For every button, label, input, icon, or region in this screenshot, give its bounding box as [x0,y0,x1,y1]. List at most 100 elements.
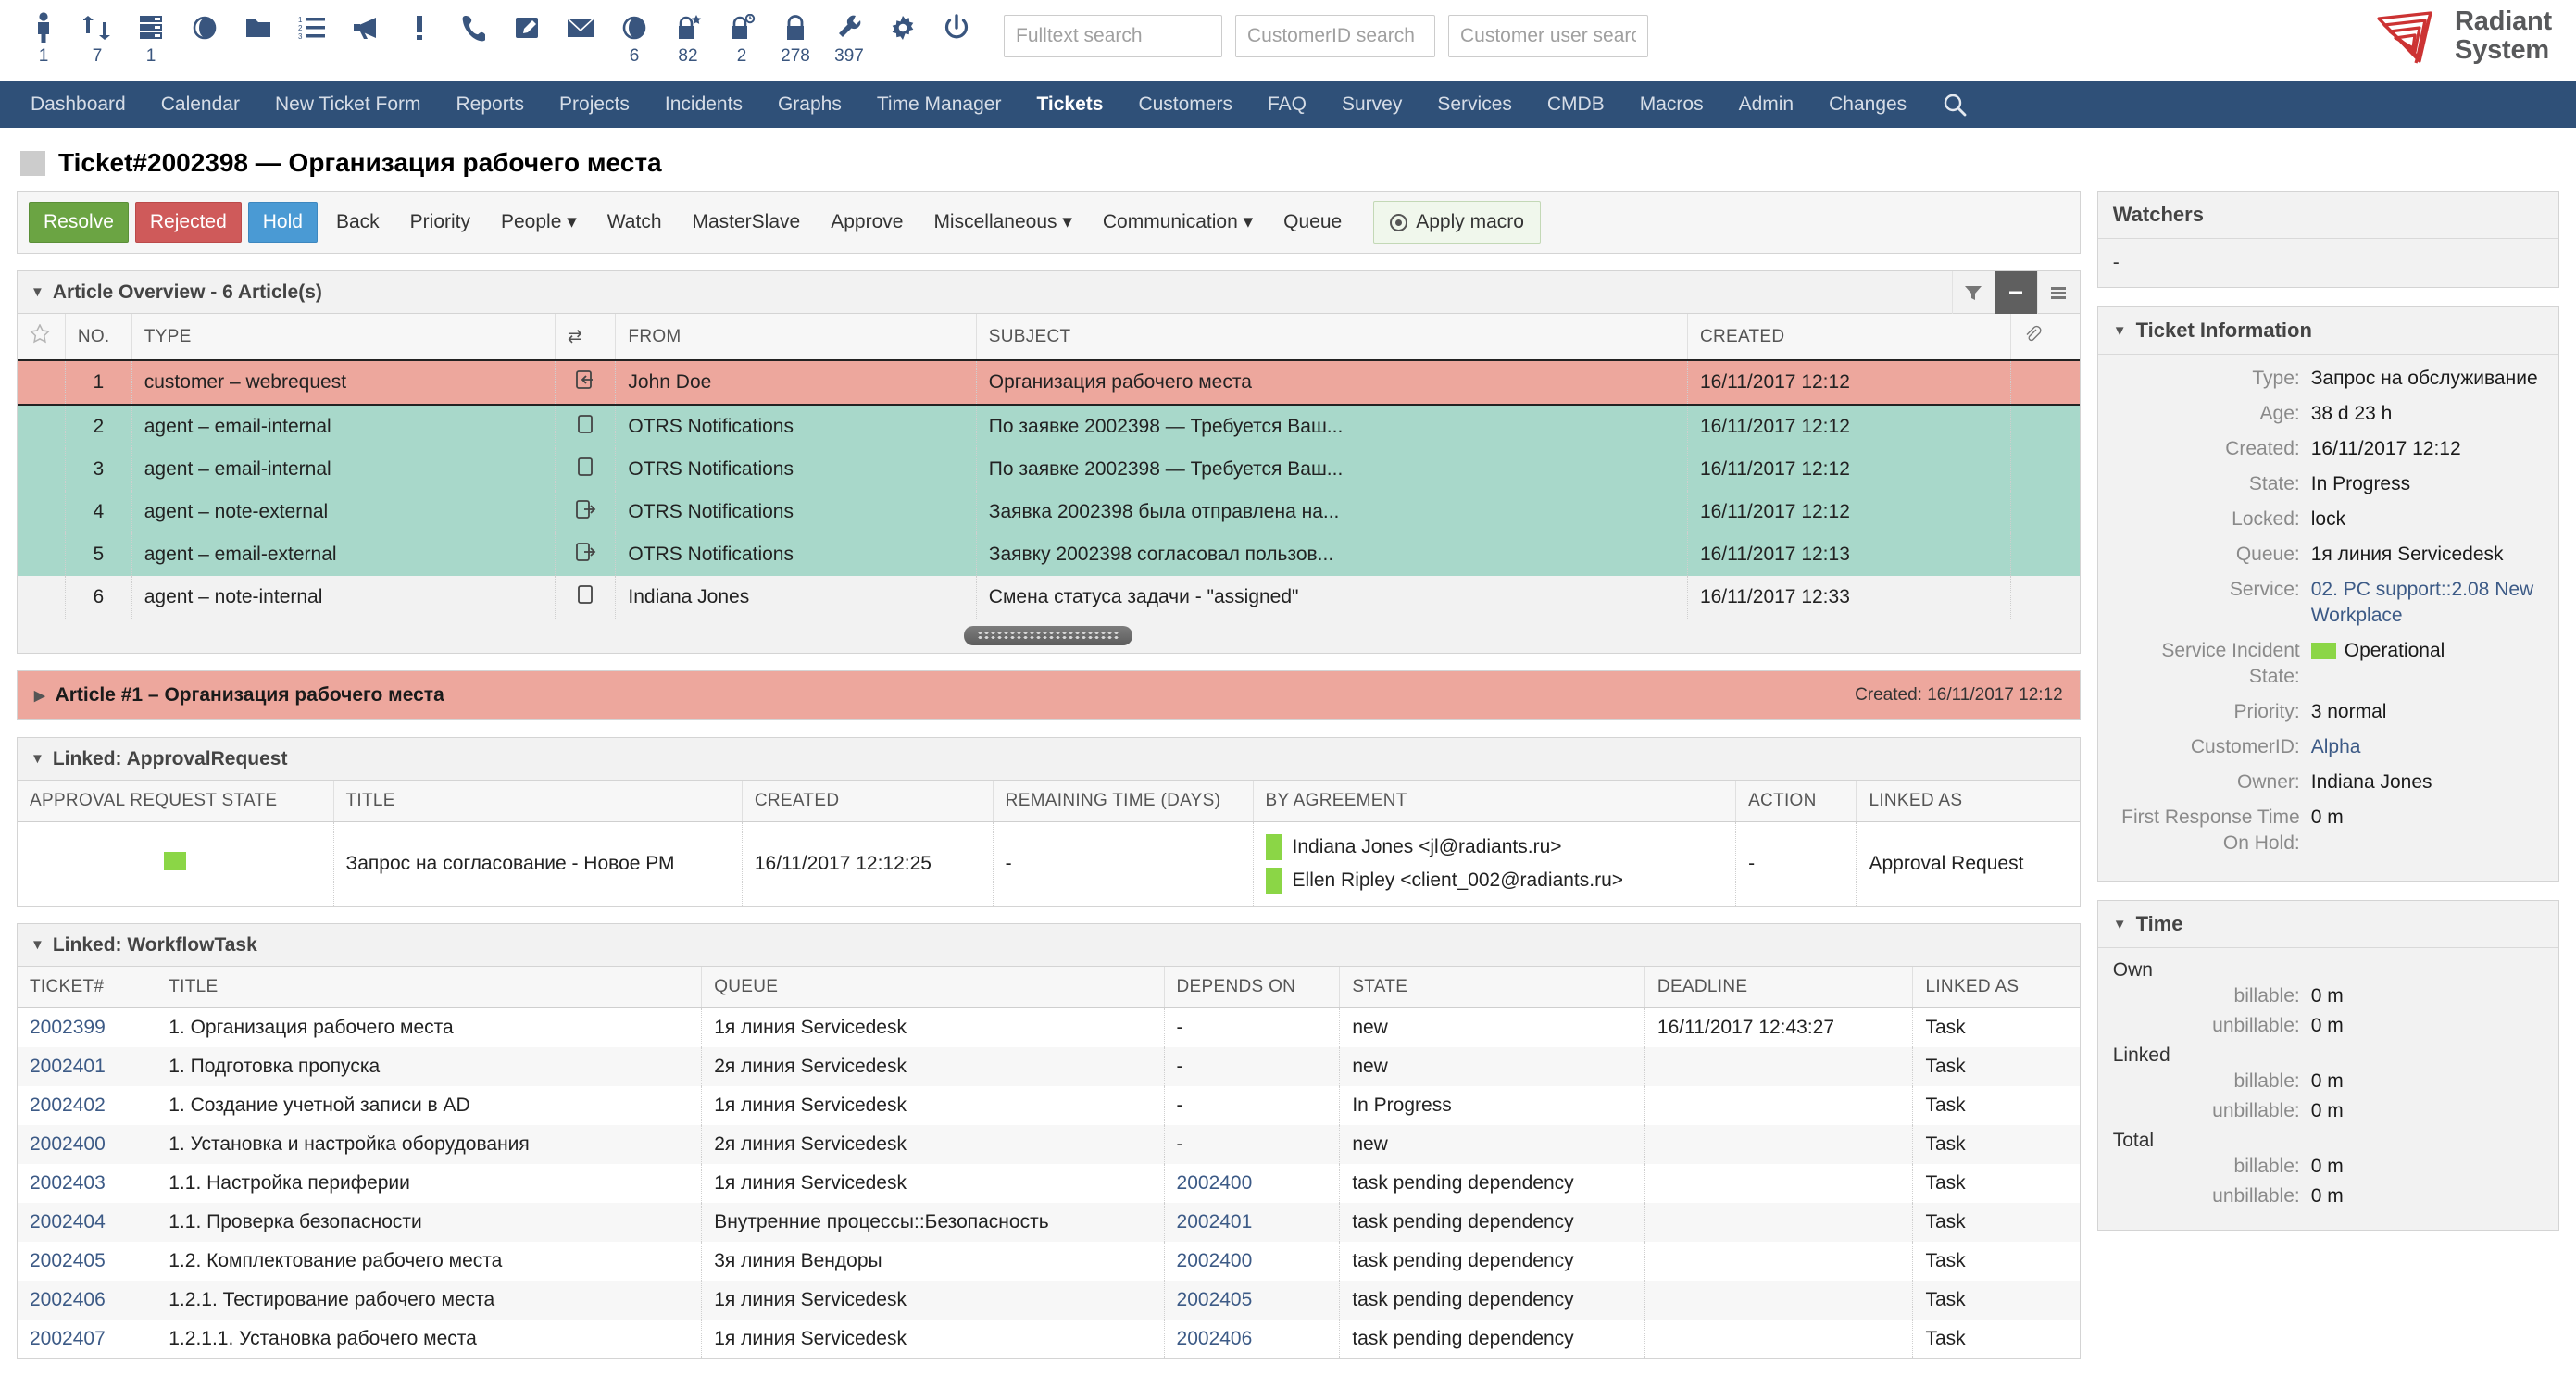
fulltext-search-input[interactable] [1004,15,1222,57]
table-row[interactable]: 2002400 1. Установка и настройка оборудов… [18,1125,2080,1164]
approve-button[interactable]: Approve [819,202,915,243]
nav-item-dashboard[interactable]: Dashboard [13,81,144,128]
table-row[interactable]: 3 agent – email-internal OTRS Notification… [18,448,2080,491]
nav-item-changes[interactable]: Changes [1811,81,1924,128]
brand-logo[interactable]: Radiant System [2373,6,2552,67]
collapse-caret-icon[interactable]: ▼ [31,752,44,766]
collapse-icon[interactable] [1994,271,2037,314]
table-row[interactable]: 5 agent – email-external OTRS Notification… [18,533,2080,576]
workflow-depends-link[interactable]: 2002406 [1177,1328,1253,1349]
column-remaining-time[interactable]: REMAINING TIME (DAYS) [993,781,1254,822]
filter-icon[interactable] [1951,271,1995,314]
nav-item-admin[interactable]: Admin [1721,81,1812,128]
resolve-button[interactable]: Resolve [29,202,129,243]
apply-macro-button[interactable]: Apply macro [1373,201,1541,244]
column-approval-state[interactable]: APPROVAL REQUEST STATE [18,781,334,822]
nav-item-tickets[interactable]: Tickets [1019,81,1120,128]
miscellaneous-menu[interactable]: Miscellaneous ▾ [921,202,1083,243]
workflow-ticket-link[interactable]: 2002405 [30,1250,106,1271]
article-star-cell[interactable] [18,448,66,491]
menu-icon[interactable] [2036,271,2080,314]
workflow-ticket-link[interactable]: 2002402 [30,1095,106,1116]
nav-item-time-manager[interactable]: Time Manager [859,81,1019,128]
column-by-agreement[interactable]: BY AGREEMENT [1253,781,1737,822]
toolbar-gear-icon[interactable] [876,9,930,67]
ticket-info-value[interactable]: 02. PC support::2.08 New Workplace [2311,577,2544,629]
column-no[interactable]: NO. [65,314,132,361]
toolbar-megaphone-icon[interactable] [339,9,393,67]
ticket-info-link[interactable]: 02. PC support::2.08 New Workplace [2311,579,2533,626]
nav-item-incidents[interactable]: Incidents [647,81,760,128]
nav-item-reports[interactable]: Reports [439,81,543,128]
article-horizontal-scrollbar-thumb[interactable] [964,626,1133,645]
column-from[interactable]: FROM [615,314,977,361]
queue-button[interactable]: Queue [1271,202,1354,243]
table-row[interactable]: Запрос на согласование - Новое РМ 16/11/… [18,821,2080,906]
toolbar-compose-icon[interactable] [500,9,554,67]
communication-menu[interactable]: Communication ▾ [1091,202,1265,243]
table-row[interactable]: 2002405 1.2. Комплектование рабочего мест… [18,1242,2080,1281]
customerid-search-input[interactable] [1235,15,1435,57]
nav-item-calendar[interactable]: Calendar [144,81,257,128]
workflow-ticket-link[interactable]: 2002407 [30,1328,106,1349]
toolbar-power-icon[interactable] [930,9,983,67]
nav-item-cmdb[interactable]: CMDB [1530,81,1622,128]
article-1-strip[interactable]: ▶ Article #1 – Организация рабочего мест… [17,670,2081,720]
nav-item-projects[interactable]: Projects [542,81,647,128]
workflow-depends-link[interactable]: 2002401 [1177,1211,1253,1232]
collapse-caret-icon[interactable]: ▼ [2113,918,2127,932]
table-row[interactable]: 6 agent – note-internal Indiana Jones Смена… [18,576,2080,619]
column-direction[interactable]: ⇄ [555,314,617,361]
table-row[interactable]: 2002406 1.2.1. Тестирование рабочего мест… [18,1281,2080,1320]
toolbar-numbered-list-icon[interactable]: 123 [285,9,339,67]
expand-caret-icon[interactable]: ▶ [34,689,45,703]
article-horizontal-scrollbar-track[interactable] [18,619,2080,653]
table-row[interactable]: 2 agent – email-internal OTRS Notification… [18,405,2080,448]
nav-item-customers[interactable]: Customers [1120,81,1250,128]
toolbar-exclamation-icon[interactable] [393,9,446,67]
column-star[interactable] [18,314,66,361]
nav-item-faq[interactable]: FAQ [1250,81,1324,128]
customer-user-search-input[interactable] [1448,15,1648,57]
column-title[interactable]: TITLE [156,967,703,1008]
toolbar-lock-clock-icon[interactable]: 2 [715,9,769,67]
article-star-cell[interactable] [18,359,66,406]
rejected-button[interactable]: Rejected [134,202,242,243]
nav-item-graphs[interactable]: Graphs [760,81,859,128]
workflow-ticket-link[interactable]: 2002400 [30,1133,106,1155]
workflow-depends-link[interactable]: 2002405 [1177,1289,1253,1310]
column-depends-on[interactable]: DEPENDS ON [1164,967,1341,1008]
table-row[interactable]: 2002401 1. Подготовка пропуска 2я линия Se… [18,1047,2080,1086]
collapse-caret-icon[interactable]: ▼ [2113,324,2127,338]
workflow-depends-link[interactable]: 2002400 [1177,1172,1253,1194]
search-icon[interactable] [1924,93,1985,117]
column-queue[interactable]: QUEUE [701,967,1165,1008]
workflow-ticket-link[interactable]: 2002403 [30,1172,106,1194]
back-button[interactable]: Back [324,202,392,243]
column-deadline[interactable]: DEADLINE [1644,967,1914,1008]
table-row[interactable]: 2002403 1.1. Настройка периферии 1я линия … [18,1164,2080,1203]
column-state[interactable]: STATE [1339,967,1645,1008]
toolbar-refresh-ticket-icon[interactable]: 7 [70,9,124,67]
column-type[interactable]: TYPE [131,314,556,361]
toolbar-eye-watched-icon[interactable]: 6 [607,9,661,67]
collapse-caret-icon[interactable]: ▼ [31,938,44,952]
toolbar-phone-icon[interactable] [446,9,500,67]
column-title[interactable]: TITLE [333,781,743,822]
workflow-ticket-link[interactable]: 2002404 [30,1211,106,1232]
toolbar-envelope-icon[interactable] [554,9,607,67]
table-row[interactable]: 4 agent – note-external OTRS Notifications… [18,491,2080,533]
table-row[interactable]: 2002404 1.1. Проверка безопасности Внутрен… [18,1203,2080,1242]
article-star-cell[interactable] [18,576,66,619]
hold-button[interactable]: Hold [247,202,318,243]
column-linked-as[interactable]: LINKED AS [1912,967,2080,1008]
nav-item-macros[interactable]: Macros [1622,81,1721,128]
workflow-depends-link[interactable]: 2002400 [1177,1250,1253,1271]
table-row[interactable]: 2002402 1. Создание учетной записи в AD 1я… [18,1086,2080,1125]
table-row[interactable]: 1 customer – webrequest John Doe Организаци… [18,359,2080,406]
toolbar-folder-icon[interactable] [231,9,285,67]
column-linked-as[interactable]: LINKED AS [1856,781,2080,822]
nav-item-new-ticket-form[interactable]: New Ticket Form [257,81,439,128]
collapse-caret-icon[interactable]: ▼ [31,285,44,299]
toolbar-lock-icon[interactable]: 278 [769,9,822,67]
